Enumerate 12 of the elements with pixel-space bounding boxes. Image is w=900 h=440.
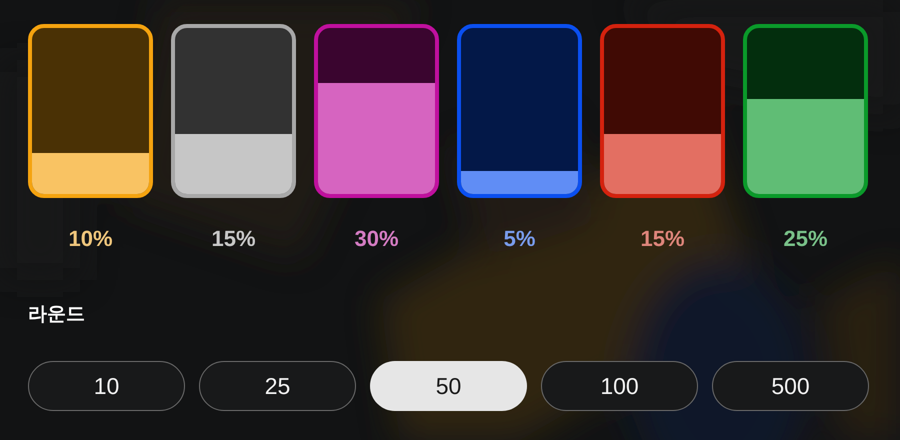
percent-label: 25% xyxy=(783,228,828,250)
round-option[interactable]: 10 xyxy=(28,361,185,411)
percent-label: 10% xyxy=(68,228,113,250)
percent-label: 30% xyxy=(354,228,399,250)
round-option[interactable]: 50 xyxy=(370,361,527,411)
round-option[interactable]: 25 xyxy=(199,361,356,411)
percent-label: 5% xyxy=(504,228,536,250)
percent-label: 15% xyxy=(211,228,256,250)
percent-label: 15% xyxy=(640,228,685,250)
section-title: 라운드 xyxy=(28,305,86,324)
round-option[interactable]: 500 xyxy=(712,361,869,411)
round-option[interactable]: 100 xyxy=(541,361,698,411)
